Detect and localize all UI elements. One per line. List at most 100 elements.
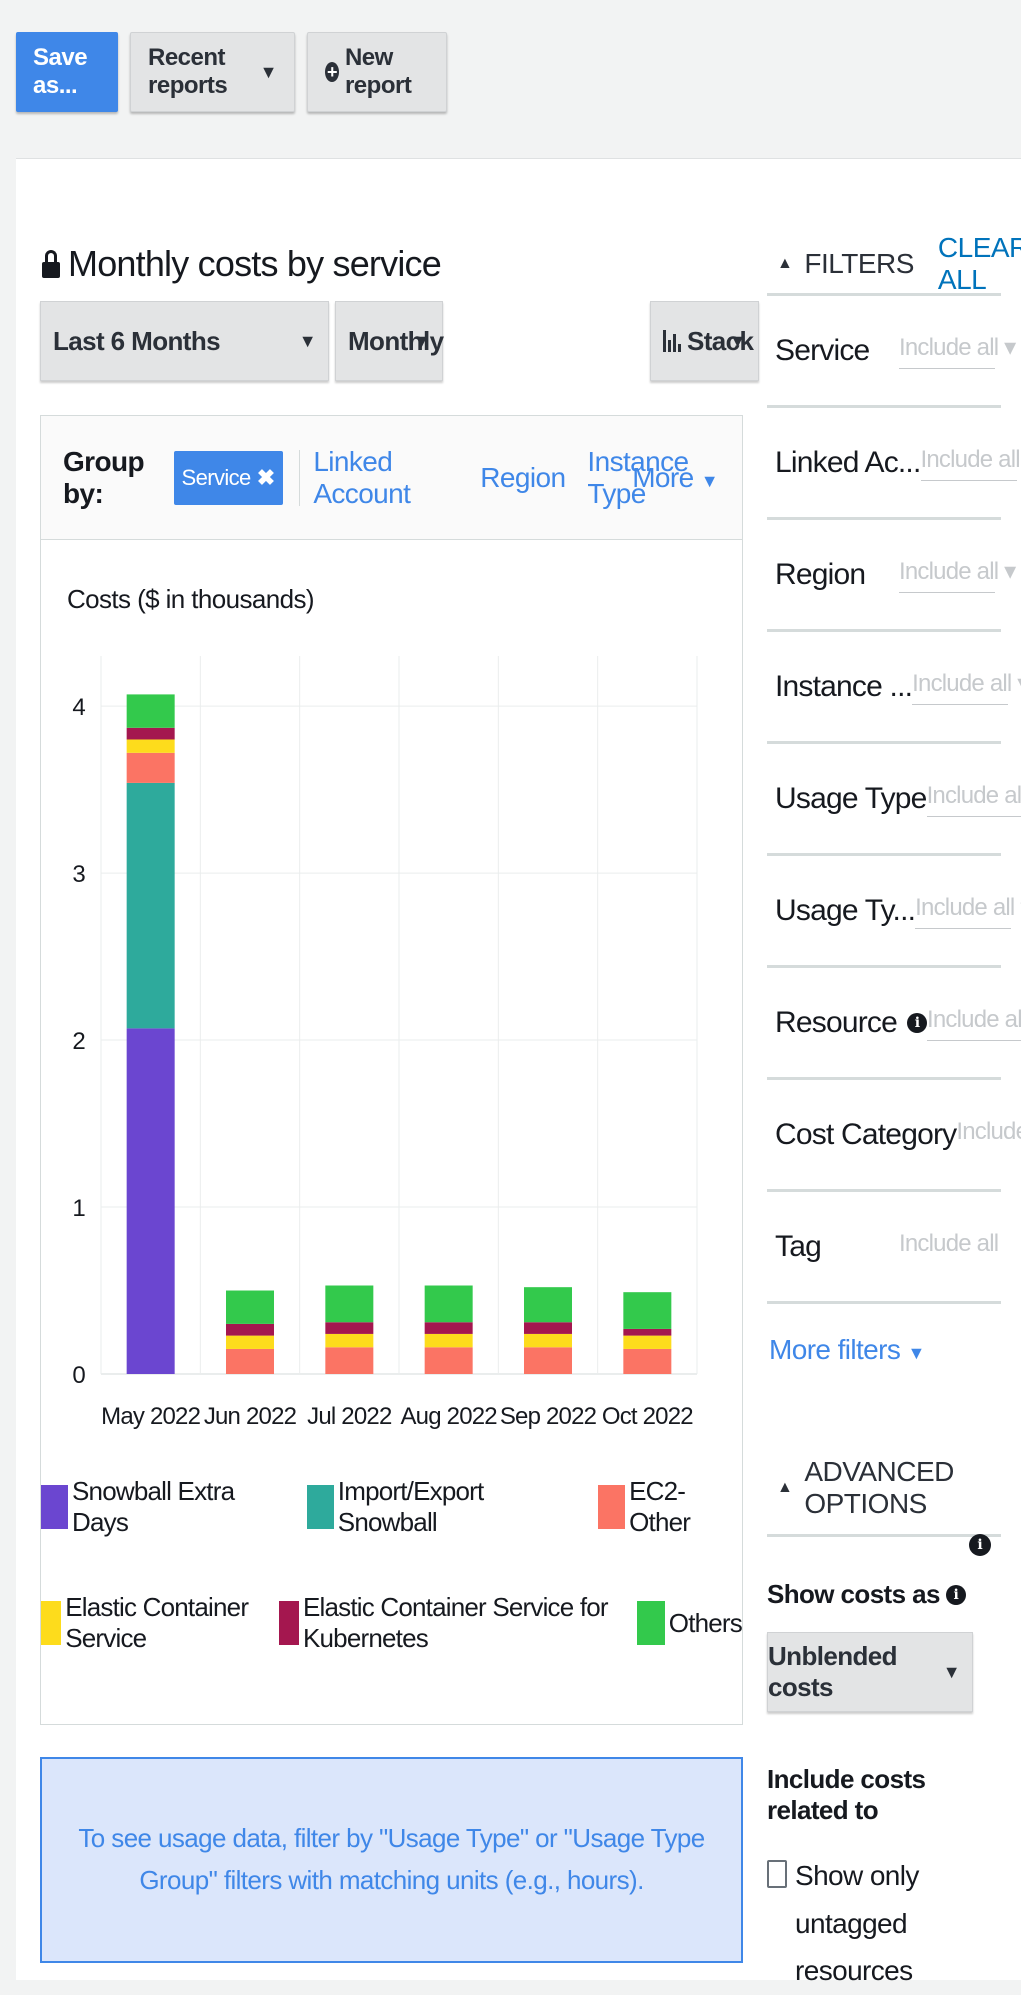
filter-value-text: Include all — [926, 781, 1021, 809]
page-title: Monthly costs by service — [68, 243, 442, 284]
filter-label: Linked Ac... — [775, 445, 921, 479]
more-filters-link[interactable]: More filters ▼ — [767, 1334, 1001, 1366]
filter-label: Usage Ty... — [775, 893, 916, 927]
bar-segment — [424, 1322, 473, 1334]
filter-instance-type[interactable]: Instance ... Include all ▾ — [767, 632, 1021, 744]
filter-label: Resource i — [775, 1006, 927, 1040]
legend-label: Elastic Container Service — [65, 1592, 249, 1653]
recent-reports-button[interactable]: Recent reports ▼ — [130, 32, 295, 112]
legend-item[interactable]: Elastic Container Service for Kubernetes — [278, 1592, 619, 1654]
show-costs-as-text: Show costs as — [767, 1579, 940, 1609]
bar-segment — [126, 739, 175, 753]
bar-segment — [325, 1347, 374, 1374]
filter-value-text: Include all — [920, 445, 1021, 473]
filter-value[interactable]: Include all ▾ — [899, 333, 1016, 369]
filter-value[interactable]: Include all — [899, 1230, 999, 1264]
granularity-dropdown[interactable]: Monthly ▼ — [335, 301, 444, 381]
filter-cost-category[interactable]: Cost Category Include all — [767, 1080, 1021, 1192]
bar-segment — [623, 1292, 672, 1329]
caret-down-icon: ▼ — [259, 61, 278, 82]
bar-segment — [623, 1335, 672, 1349]
legend-swatch — [636, 1601, 665, 1645]
filter-value[interactable]: Include all ▾ — [920, 445, 1021, 481]
chart-legend-row-1: Snowball Extra Days Import/Export Snowba… — [41, 1476, 742, 1538]
filter-label: Service — [775, 333, 870, 367]
filter-tag[interactable]: Tag Include all — [767, 1192, 1001, 1304]
info-icon[interactable]: i — [969, 1534, 991, 1556]
legend-swatch — [41, 1601, 62, 1645]
lock-icon — [42, 250, 60, 278]
filter-value[interactable]: Include all ▾ — [915, 893, 1021, 929]
bar-segment — [623, 1348, 672, 1374]
filter-label: Cost Category — [775, 1117, 957, 1151]
filter-usage-type-group[interactable]: Usage Ty... Include all ▾ — [767, 856, 1021, 968]
legend-swatch — [306, 1485, 334, 1529]
chart-style-dropdown[interactable]: Stack ▼ — [650, 301, 759, 381]
y-tick-label: 2 — [72, 1028, 85, 1055]
report-panel: Monthly costs by service Last 6 Months ▼… — [16, 158, 1021, 1986]
clear-all-link[interactable]: CLEAR ALL — [938, 232, 1021, 296]
filter-value[interactable]: Include all — [956, 1118, 1021, 1152]
caret-down-icon: ▼ — [728, 330, 747, 351]
legend-swatch — [41, 1485, 69, 1529]
cost-type-value: Unblended costs — [768, 1641, 898, 1702]
legend-item[interactable]: Snowball Extra Days — [41, 1476, 289, 1538]
legend-label: Import/Export Snowball — [337, 1476, 484, 1537]
save-as-button[interactable]: Save as... — [16, 32, 118, 112]
report-controls: Last 6 Months ▼ Monthly ▼ Stack ▼ — [40, 301, 759, 381]
filter-label: Region — [775, 557, 866, 591]
untagged-resources-option[interactable]: Show only untagged resources — [767, 1852, 1001, 1995]
show-costs-as-label: Show costs as i — [767, 1579, 1001, 1610]
filter-value[interactable]: Include all ▾ — [912, 669, 1021, 705]
untagged-checkbox[interactable] — [767, 1860, 787, 1888]
bar-segment — [126, 1028, 175, 1374]
filter-linked-account[interactable]: Linked Ac... Include all ▾ — [767, 408, 1021, 520]
filter-label-text: Resource — [775, 1005, 898, 1039]
collapse-triangle-icon[interactable]: ▲ — [777, 255, 793, 273]
bar-segment — [226, 1335, 274, 1349]
bar-segment — [424, 1285, 473, 1323]
caret-down-icon: ▼ — [412, 330, 431, 351]
bar-segment — [325, 1322, 374, 1334]
time-range-dropdown[interactable]: Last 6 Months ▼ — [40, 301, 329, 381]
filters-header: ▲ FILTERS CLEAR ALL — [767, 232, 1021, 295]
advanced-options-header[interactable]: ▲ ADVANCED OPTIONS — [767, 1456, 1001, 1520]
filter-service[interactable]: Service Include all ▾ — [767, 296, 1016, 408]
legend-item[interactable]: Others — [636, 1592, 743, 1654]
x-tick-label: May 2022 — [101, 1403, 200, 1430]
legend-item[interactable]: Elastic Container Service — [41, 1592, 261, 1654]
legend-label: Snowball Extra Days — [72, 1476, 235, 1537]
info-icon[interactable]: i — [907, 1012, 927, 1033]
bar-segment — [226, 1348, 274, 1374]
legend-item[interactable]: EC2-Other — [598, 1476, 742, 1538]
bar-segment — [325, 1285, 374, 1323]
bar-segment — [524, 1333, 572, 1348]
divider: i — [767, 1534, 1001, 1556]
bar-segment — [325, 1333, 374, 1348]
filter-value[interactable]: Include all ▾ — [926, 781, 1021, 817]
bar-segment — [226, 1290, 274, 1324]
usage-info-message: To see usage data, filter by "Usage Type… — [40, 1757, 743, 1963]
filter-value[interactable]: Include all ▾ — [927, 1005, 1021, 1041]
legend-swatch — [598, 1485, 626, 1529]
x-tick-label: Sep 2022 — [500, 1403, 597, 1430]
new-report-button[interactable]: + New report — [307, 32, 447, 112]
collapse-triangle-icon[interactable]: ▲ — [777, 1479, 793, 1497]
chart-legend-row-2: Elastic Container Service Elastic Contai… — [41, 1592, 743, 1654]
legend-label: Elastic Container Service for Kubernetes — [302, 1592, 609, 1653]
filter-region[interactable]: Region Include all ▾ — [767, 520, 1016, 632]
cost-type-dropdown[interactable]: Unblended costs ▼ — [767, 1632, 973, 1712]
filter-value[interactable]: Include all ▾ — [899, 557, 1016, 593]
bar-chart-icon — [663, 330, 681, 352]
legend-item[interactable]: Import/Export Snowball — [306, 1476, 580, 1538]
bar-segment — [623, 1328, 672, 1336]
filter-label: Tag — [775, 1229, 822, 1263]
include-costs-label: Include costs related to — [767, 1764, 926, 1825]
filter-usage-type[interactable]: Usage Type Include all ▾ — [767, 744, 1021, 856]
info-icon[interactable]: i — [945, 1584, 966, 1605]
filters-title[interactable]: FILTERS — [804, 248, 914, 280]
legend-label: Others — [668, 1607, 743, 1638]
filter-resource[interactable]: Resource i Include all ▾ — [767, 968, 1021, 1080]
filter-label: Usage Type — [775, 781, 927, 815]
y-tick-label: 0 — [72, 1362, 85, 1389]
